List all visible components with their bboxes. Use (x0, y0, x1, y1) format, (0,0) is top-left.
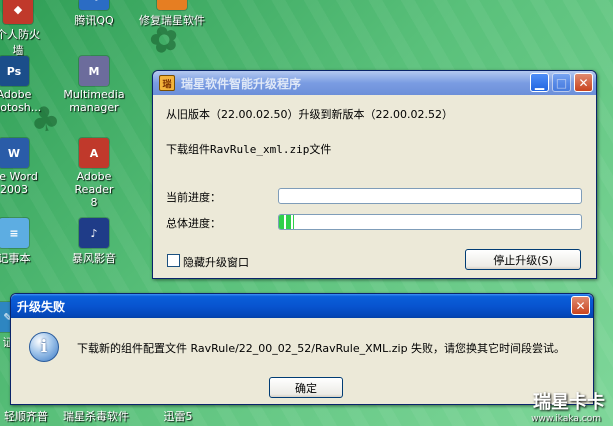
qq-icon: Q (79, 0, 109, 10)
desktop-icon-label: Adobe Reader 8 (74, 170, 114, 209)
notepad-icon: ≡ (0, 218, 29, 248)
stop-upgrade-button[interactable]: 停止升级(S) (465, 249, 581, 270)
minimize-button[interactable]: ▁ (530, 73, 549, 92)
desktop-icon-label: ice Word 2003 (0, 170, 38, 196)
current-progress-label: 当前进度： (166, 191, 221, 204)
desktop-icon-label: 记事本 (0, 252, 31, 265)
watermark-brand: 瑞星卡卡 (533, 392, 605, 413)
total-progress-fill (279, 215, 295, 229)
multimedia-icon: M (79, 56, 109, 86)
error-dialog-title: 升级失败 (17, 299, 66, 314)
desktop-icon-label: 瑞星杀毒软件 (63, 410, 129, 423)
watermark-url: www.ikaka.com (531, 414, 601, 424)
close-button[interactable]: ✕ (574, 73, 593, 92)
desktop-icon-word[interactable]: W ice Word 2003 (0, 138, 50, 196)
word-icon: W (0, 138, 29, 168)
total-progress-label: 总体进度： (166, 217, 221, 230)
desktop-icon-bottom[interactable]: 迅雷5 (148, 408, 208, 424)
desktop-icon-label: Adobe Photosh... (0, 88, 42, 114)
desktop-icon-adobe-reader[interactable]: A Adobe Reader 8 (58, 138, 130, 209)
desktop-icon-repair[interactable]: R 修复瑞星软件 (136, 0, 208, 28)
adobe-reader-icon: A (79, 138, 109, 168)
desktop-icon-label: 个人防火 墙 (0, 28, 40, 57)
current-progress-bar (278, 188, 582, 204)
desktop-icon-label: 迅雷5 (163, 410, 193, 423)
version-text: 从旧版本（22.00.02.50）升级到新版本（22.00.02.52） (166, 108, 453, 121)
desktop-icon-label: 轻顺齐普 (4, 410, 48, 423)
close-button[interactable]: ✕ (571, 296, 590, 315)
error-dialog: 升级失败 ✕ i 下载新的组件配置文件 RavRule/22_00_02_52/… (10, 293, 594, 405)
desktop-icon-baofeng[interactable]: ♪ 暴风影音 (58, 218, 130, 266)
total-progress-bar (278, 214, 582, 230)
upgrade-window-title: 瑞星软件智能升级程序 (181, 76, 302, 91)
desktop-icon-label: Multimedia manager (63, 88, 125, 114)
hide-window-label: 隐藏升级窗口 (183, 256, 249, 269)
download-status-text: 下载组件RavRule_xml.zip文件 (166, 143, 332, 156)
desktop-icon-multimedia[interactable]: M Multimedia manager (58, 56, 130, 114)
firewall-icon: ◆ (3, 0, 33, 24)
baofeng-icon: ♪ (79, 218, 109, 248)
desktop-icon-bottom[interactable]: 瑞星杀毒软件 (56, 408, 136, 424)
upgrade-window: 瑞 瑞星软件智能升级程序 ▁ □ ✕ 从旧版本（22.00.02.50）升级到新… (152, 70, 597, 279)
desktop-icon-qq[interactable]: Q 腾讯QQ (58, 0, 130, 28)
upgrade-window-titlebar[interactable]: 瑞 瑞星软件智能升级程序 ▁ □ ✕ (153, 71, 596, 95)
desktop-icon-label: 修复瑞星软件 (139, 14, 205, 27)
repair-icon: R (157, 0, 187, 10)
desktop-icon-notepad[interactable]: ≡ 记事本 (0, 218, 50, 266)
maximize-button: □ (552, 73, 571, 92)
error-message: 下载新的组件配置文件 RavRule/22_00_02_52/RavRule_X… (77, 342, 566, 355)
desktop-icon-photoshop[interactable]: Ps Adobe Photosh... (0, 56, 50, 114)
error-dialog-titlebar[interactable]: 升级失败 ✕ (11, 294, 593, 318)
photoshop-icon: Ps (0, 56, 29, 86)
desktop-icon-bottom[interactable]: 轻顺齐普 (0, 408, 56, 424)
rising-logo-icon: 瑞 (159, 75, 175, 91)
desktop-icon-label: 腾讯QQ (74, 14, 114, 27)
ok-button[interactable]: 确定 (269, 377, 343, 398)
info-icon: i (29, 332, 59, 362)
desktop-icon-firewall[interactable]: ◆ 个人防火 墙 (0, 0, 54, 58)
desktop-icon-label: 暴风影音 (72, 252, 116, 265)
hide-window-checkbox[interactable] (167, 254, 180, 267)
